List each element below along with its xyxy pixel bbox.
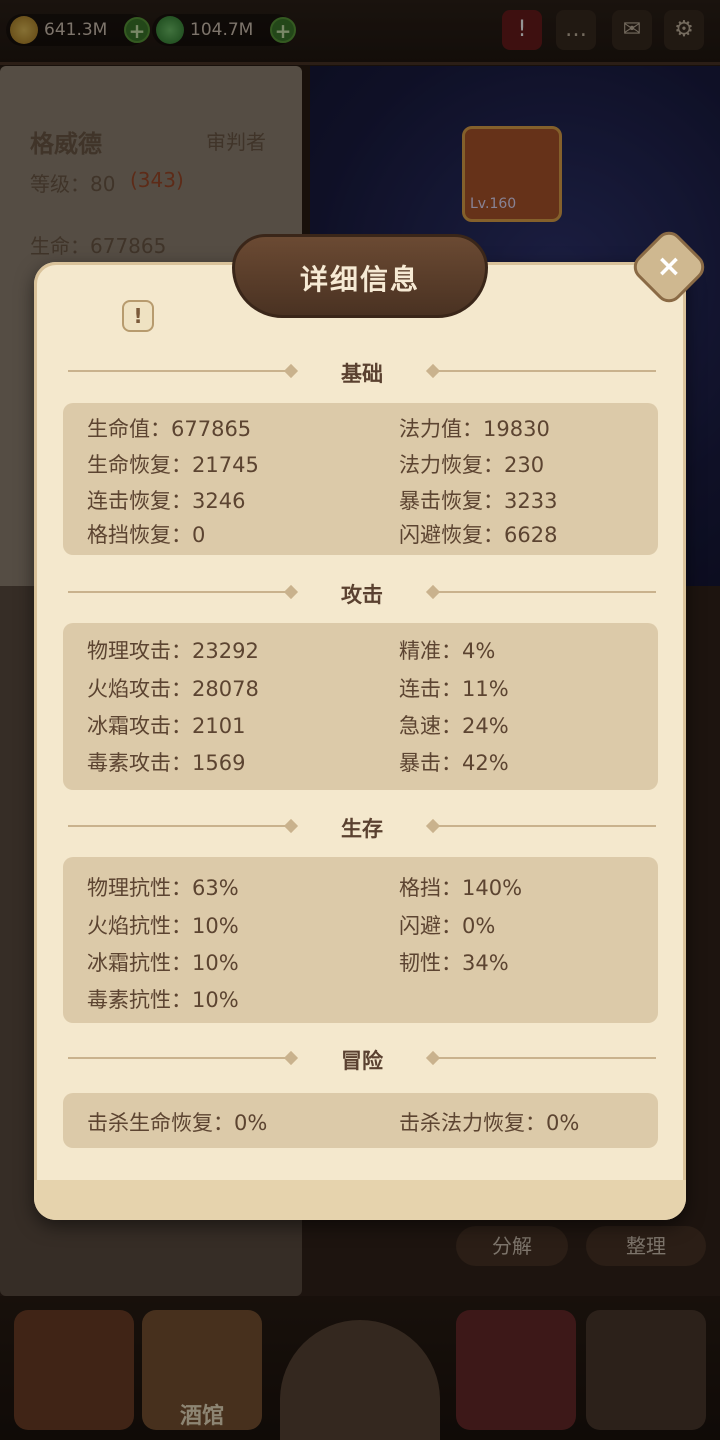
stat-physical-res: 物理抗性：63%	[87, 876, 239, 900]
stat-hp-regen: 生命恢复：21745	[87, 453, 259, 477]
stat-haste: 急速：24%	[399, 714, 509, 738]
stat-physical-attack: 物理攻击：23292	[87, 639, 259, 663]
stat-box-basic: 生命值：677865 生命恢复：21745 连击恢复：3246 格挡恢复：0 法…	[63, 403, 658, 555]
stat-kill-mp-regen: 击杀法力恢复：0%	[399, 1111, 580, 1135]
stat-box-survival: 物理抗性：63% 火焰抗性：10% 冰霜抗性：10% 毒素抗性：10% 格挡：1…	[63, 857, 658, 1023]
stat-mp: 法力值：19830	[399, 417, 550, 441]
stat-frost-res: 冰霜抗性：10%	[87, 951, 239, 975]
stat-combo: 连击：11%	[399, 677, 509, 701]
modal-title: 详细信息	[299, 263, 420, 296]
stat-accuracy: 精准：4%	[399, 639, 496, 663]
stat-fire-res: 火焰抗性：10%	[87, 914, 239, 938]
stat-dodge-regen: 闪避恢复：6628	[399, 523, 558, 547]
stat-frost-attack: 冰霜攻击：2101	[87, 714, 246, 738]
stat-box-adventure: 击杀生命恢复：0% 击杀法力恢复：0%	[63, 1093, 658, 1148]
stat-mp-regen: 法力恢复：230	[399, 453, 545, 477]
stat-box-attack: 物理攻击：23292 火焰攻击：28078 冰霜攻击：2101 毒素攻击：156…	[63, 623, 658, 790]
stat-poison-attack: 毒素攻击：1569	[87, 751, 246, 775]
stat-dodge: 闪避：0%	[399, 914, 496, 938]
stat-block: 格挡：140%	[399, 876, 523, 900]
stat-hp: 生命值：677865	[87, 417, 252, 441]
stat-kill-hp-regen: 击杀生命恢复：0%	[87, 1111, 268, 1135]
section-title-attack: 攻击	[341, 583, 383, 607]
section-title-survival: 生存	[341, 817, 383, 841]
section-title-adventure: 冒险	[341, 1049, 383, 1073]
section-header-attack: 攻击	[68, 579, 656, 607]
close-icon[interactable]: ×	[640, 238, 698, 296]
paper-bottom-edge	[34, 1180, 686, 1220]
section-header-survival: 生存	[68, 813, 656, 841]
stat-combo-regen: 连击恢复：3246	[87, 489, 246, 513]
section-header-adventure: 冒险	[68, 1045, 656, 1073]
section-header-basic: 基础	[68, 358, 656, 386]
stat-crit: 暴击：42%	[399, 751, 509, 775]
stat-poison-res: 毒素抗性：10%	[87, 988, 239, 1012]
stat-crit-regen: 暴击恢复：3233	[399, 489, 558, 513]
stat-block-regen: 格挡恢复：0	[87, 523, 206, 547]
info-icon[interactable]: !	[122, 300, 154, 332]
stat-fire-attack: 火焰攻击：28078	[87, 677, 259, 701]
stat-toughness: 韧性：34%	[399, 951, 509, 975]
section-title-basic: 基础	[341, 362, 383, 386]
